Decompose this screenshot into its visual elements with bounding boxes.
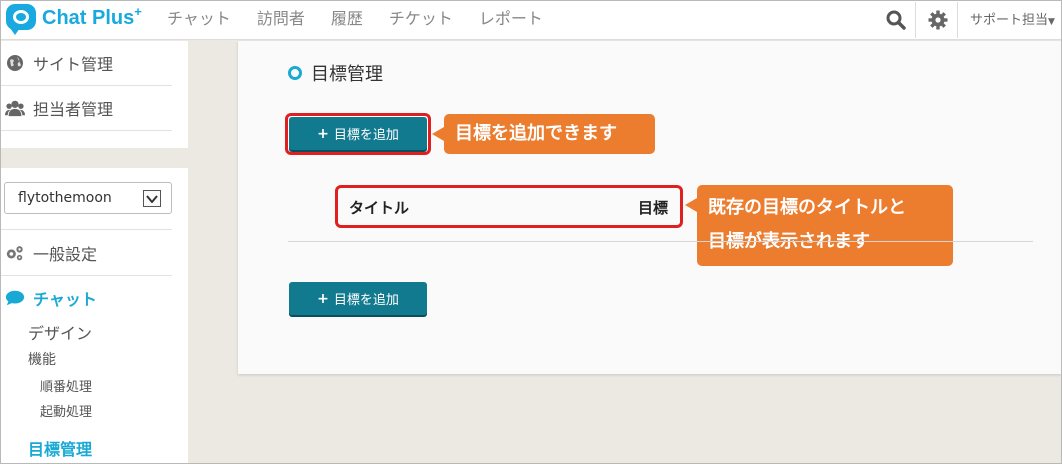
chevron-down-icon bbox=[143, 190, 161, 207]
gears-icon bbox=[5, 244, 25, 262]
add-goal-button-bottom[interactable]: + 目標を追加 bbox=[289, 282, 427, 315]
app-logo[interactable]: Chat Plus+ bbox=[6, 3, 142, 35]
gear-icon bbox=[928, 10, 947, 30]
goals-table-header: タイトル 目標 bbox=[340, 190, 674, 224]
add-goal-button-top[interactable]: + 目標を追加 bbox=[289, 117, 427, 150]
add-goal-label: 目標を追加 bbox=[333, 128, 399, 143]
site-select-value: flytothemoon bbox=[18, 190, 112, 206]
sidebar-item-label: サイト管理 bbox=[33, 55, 114, 74]
sidebar-divider bbox=[0, 85, 172, 86]
callout-add-text: 目標を追加できます bbox=[455, 123, 617, 144]
sidebar-divider bbox=[0, 275, 172, 276]
speech-bubble-icon bbox=[5, 289, 25, 307]
add-goal-label: 目標を追加 bbox=[333, 293, 399, 308]
main-nav: チャット 訪問者 履歴 チケット レポート bbox=[167, 5, 569, 29]
sidebar-item-staff-admin[interactable]: 担当者管理 bbox=[5, 97, 113, 119]
sidebar-item-site-admin[interactable]: サイト管理 bbox=[5, 52, 113, 74]
page-title-text: 目標管理 bbox=[311, 64, 383, 85]
nav-item-chat[interactable]: チャット bbox=[167, 5, 231, 29]
settings-button[interactable] bbox=[918, 2, 958, 38]
column-header-title: タイトル bbox=[349, 198, 410, 217]
plus-icon: + bbox=[317, 290, 329, 307]
callout-pointer bbox=[685, 198, 697, 212]
chevron-down-icon: ▼ bbox=[1048, 17, 1055, 27]
plus-icon: + bbox=[317, 125, 329, 142]
circle-icon bbox=[288, 66, 302, 80]
logo-text: Chat Plus+ bbox=[42, 4, 142, 29]
callout-add-goal: 目標を追加できます bbox=[432, 114, 655, 154]
sidebar-item-label: 担当者管理 bbox=[33, 100, 114, 119]
sidebar-divider bbox=[0, 130, 172, 131]
sidebar-sub-startup[interactable]: 起動処理 bbox=[40, 401, 92, 420]
sidebar-item-label: チャット bbox=[33, 290, 97, 309]
chat-bubble-logo-icon bbox=[6, 4, 36, 35]
sidebar-sub-design[interactable]: デザイン bbox=[28, 320, 92, 344]
callout-table-text-2: 目標が表示されます bbox=[708, 231, 870, 252]
top-bar: Chat Plus+ チャット 訪問者 履歴 チケット レポート サポート担当▼ bbox=[0, 0, 1062, 40]
callout-pointer bbox=[432, 127, 444, 141]
sidebar-sub-features[interactable]: 機能 bbox=[28, 349, 56, 369]
nav-item-visitors[interactable]: 訪問者 bbox=[257, 5, 305, 29]
globe-icon bbox=[5, 54, 25, 72]
callout-table-text-1: 既存の目標のタイトルと bbox=[708, 197, 906, 218]
sidebar-item-chat[interactable]: チャット bbox=[5, 287, 97, 309]
users-icon bbox=[5, 99, 25, 117]
support-user-label: サポート担当 bbox=[970, 13, 1049, 28]
nav-item-history[interactable]: 履歴 bbox=[331, 5, 363, 29]
callout-table-info: 既存の目標のタイトルと 目標が表示されます bbox=[685, 185, 953, 266]
search-button[interactable] bbox=[876, 2, 916, 38]
nav-item-reports[interactable]: レポート bbox=[479, 5, 543, 29]
column-header-goal: 目標 bbox=[637, 198, 668, 217]
sidebar-sub-sequential[interactable]: 順番処理 bbox=[40, 376, 92, 395]
search-icon bbox=[886, 10, 906, 30]
page-title: 目標管理 bbox=[288, 60, 383, 86]
sidebar-divider bbox=[0, 229, 172, 230]
sidebar-sub-goal-admin[interactable]: 目標管理 bbox=[28, 436, 92, 460]
site-select[interactable]: flytothemoon bbox=[4, 182, 172, 214]
nav-item-tickets[interactable]: チケット bbox=[389, 5, 453, 29]
support-user-menu[interactable]: サポート担当▼ bbox=[970, 9, 1060, 28]
divider bbox=[288, 241, 1033, 242]
sidebar-item-label: 一般設定 bbox=[33, 245, 98, 264]
sidebar-item-general-settings[interactable]: 一般設定 bbox=[5, 242, 97, 264]
